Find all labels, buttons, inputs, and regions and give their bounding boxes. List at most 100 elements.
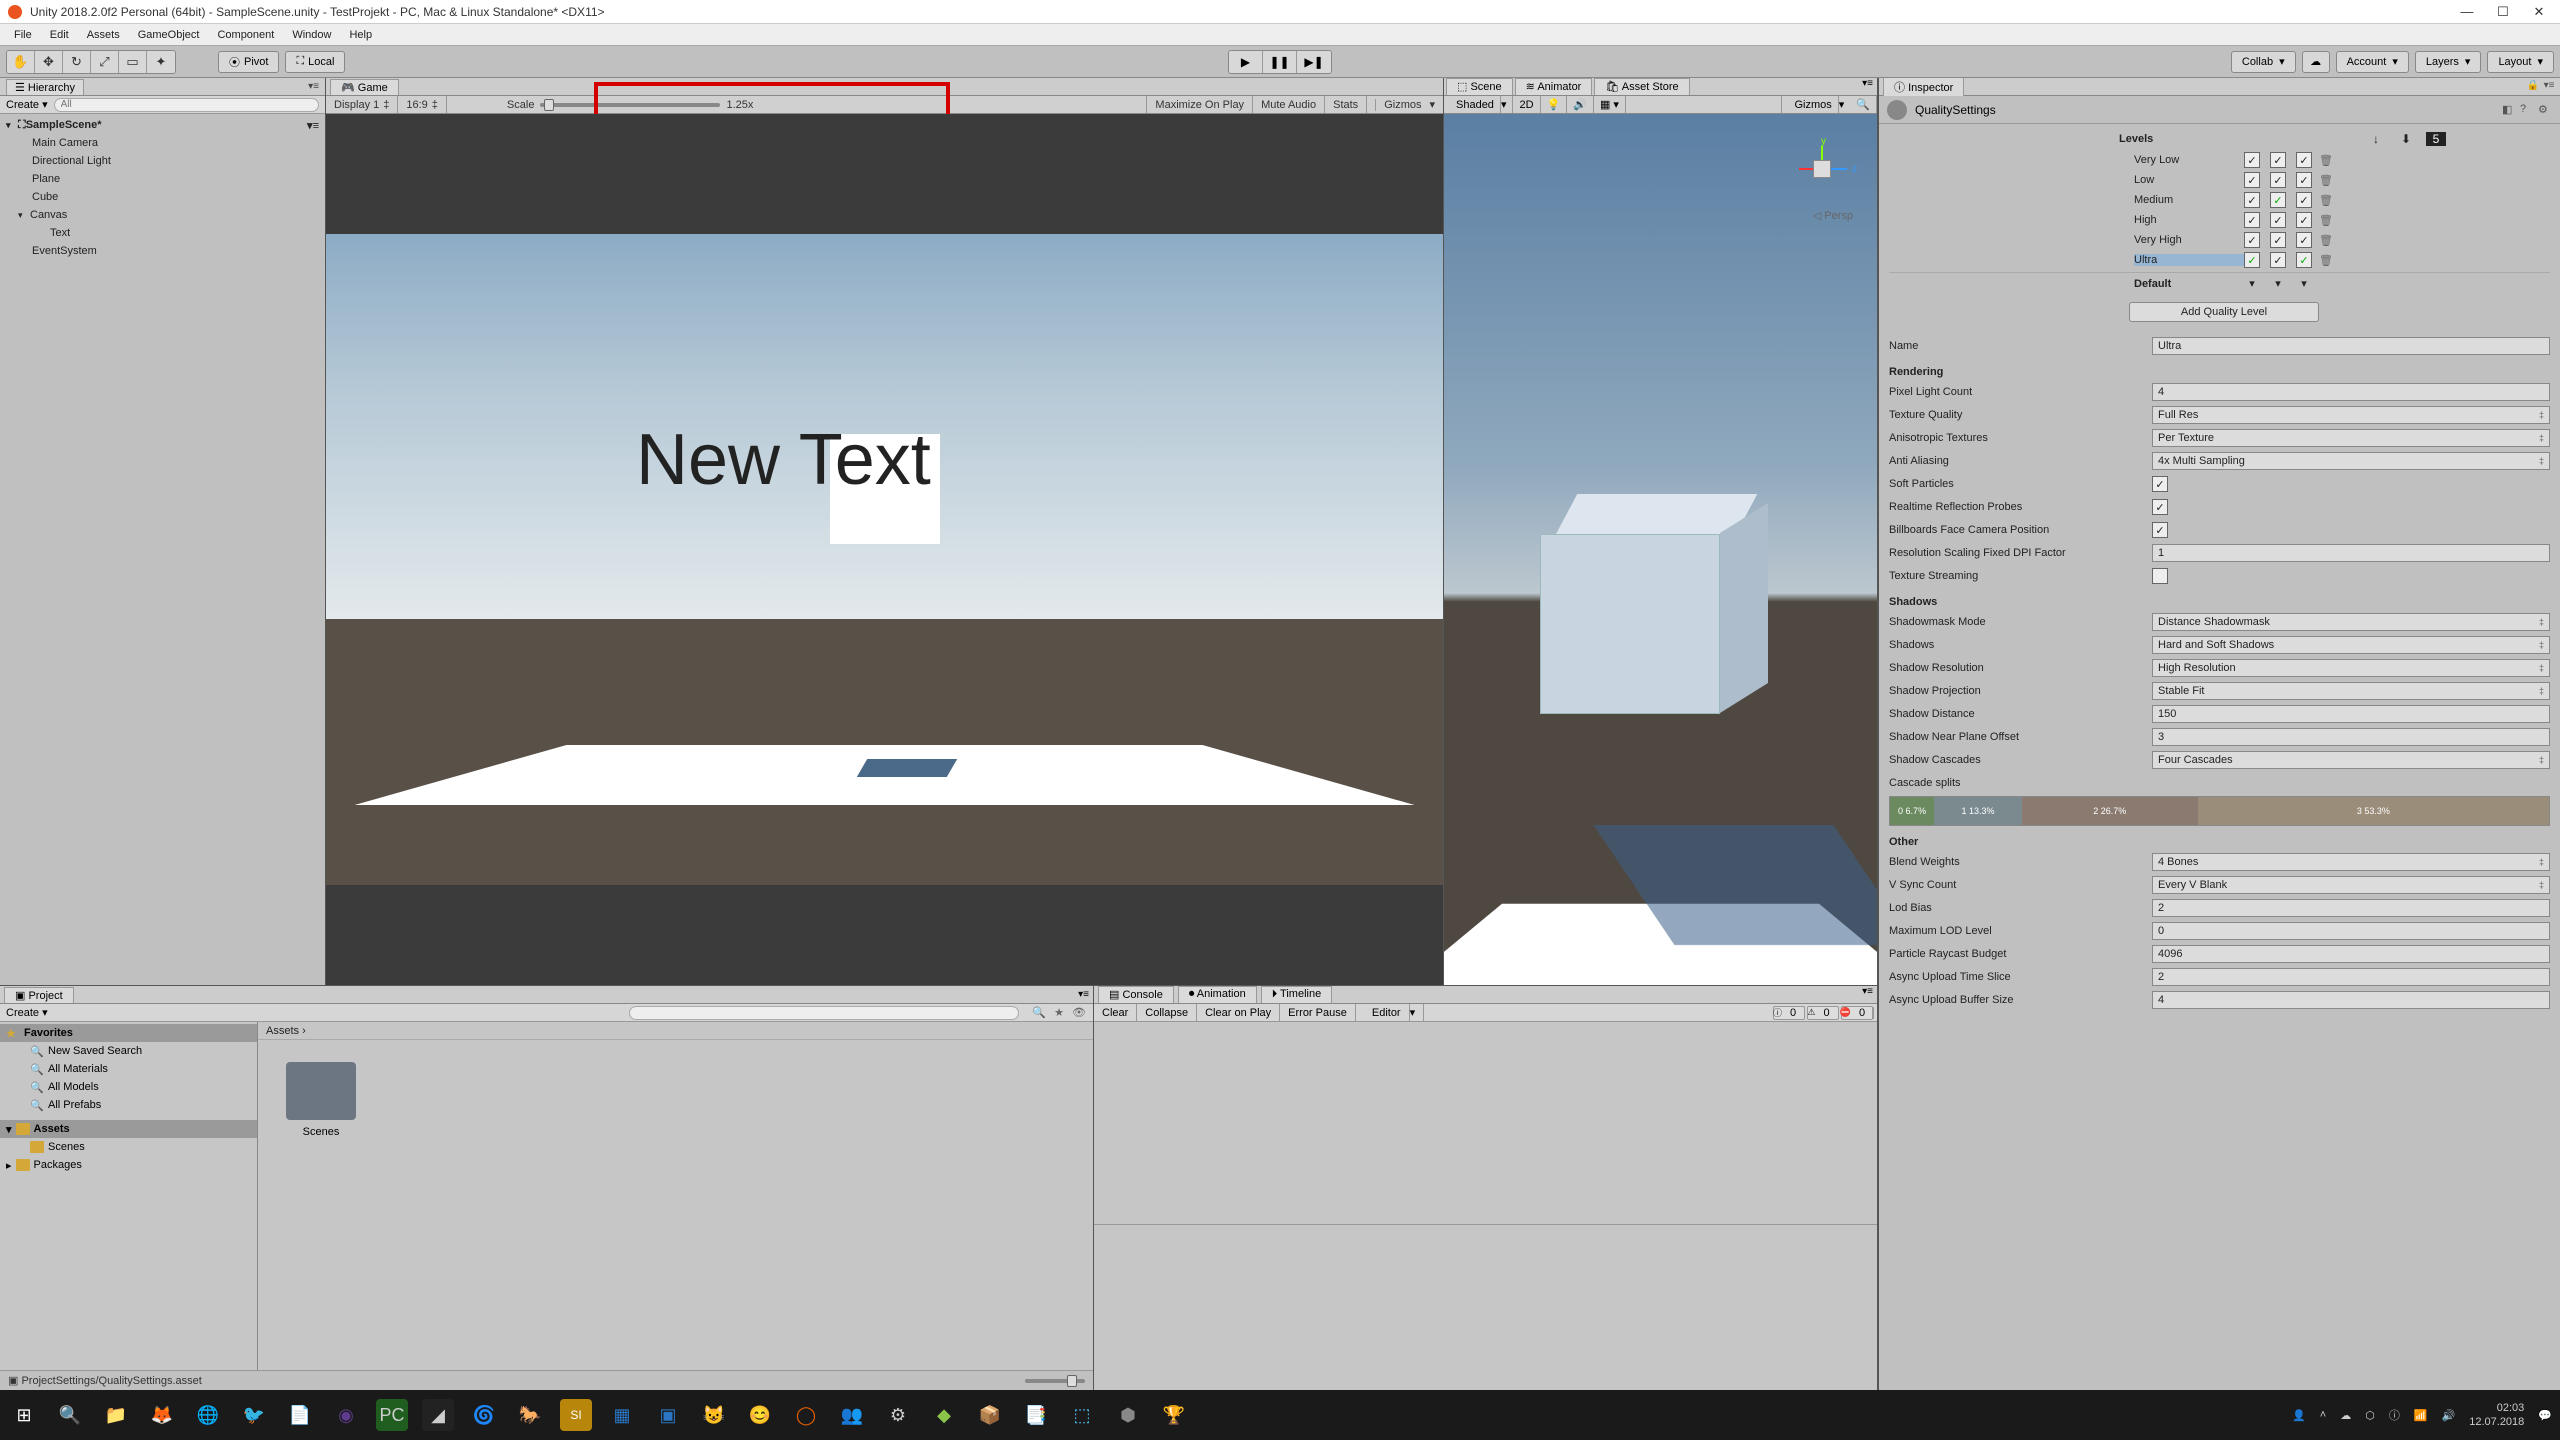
lock-icon[interactable]: 🔒 bbox=[2526, 80, 2540, 94]
game-tab[interactable]: 🎮 Game bbox=[330, 79, 399, 95]
app-icon[interactable]: ▦ bbox=[606, 1399, 638, 1431]
hierarchy-item[interactable]: Text bbox=[0, 224, 325, 242]
unity-icon[interactable]: ◢ bbox=[422, 1399, 454, 1431]
close-button[interactable]: ✕ bbox=[2530, 4, 2548, 20]
quality-level[interactable]: Very High bbox=[2134, 234, 2244, 246]
project-folder[interactable]: Scenes bbox=[0, 1138, 257, 1156]
gizmos-dropdown[interactable]: Gizmos ▾ bbox=[1366, 96, 1443, 113]
app-icon[interactable]: ◆ bbox=[928, 1399, 960, 1431]
mode-2d[interactable]: 2D bbox=[1513, 96, 1540, 113]
pause-button[interactable]: ❚❚ bbox=[1263, 51, 1297, 73]
console-editor[interactable]: Editor ▾ bbox=[1356, 1004, 1424, 1021]
upslice-input[interactable]: 2 bbox=[2152, 968, 2550, 986]
steam-icon[interactable]: ⚙ bbox=[882, 1399, 914, 1431]
aa-dropdown[interactable]: 4x Multi Sampling bbox=[2152, 452, 2550, 470]
shadows-dropdown[interactable]: Hard and Soft Shadows bbox=[2152, 636, 2550, 654]
scene-audio-icon[interactable]: 🔊 bbox=[1567, 96, 1594, 113]
mute-audio[interactable]: Mute Audio bbox=[1252, 96, 1324, 113]
shaded-dropdown[interactable]: Shaded ▾ bbox=[1444, 96, 1513, 113]
app-icon[interactable]: 🏆 bbox=[1158, 1399, 1190, 1431]
favorite-item[interactable]: 🔍All Models bbox=[0, 1078, 257, 1096]
texture-quality-dropdown[interactable]: Full Res bbox=[2152, 406, 2550, 424]
quality-level[interactable]: Very Low bbox=[2134, 154, 2244, 166]
app-icon[interactable]: SI bbox=[560, 1399, 592, 1431]
star-icon[interactable]: ★ bbox=[1051, 1006, 1067, 1019]
app-icon[interactable]: 🐎 bbox=[514, 1399, 546, 1431]
pivot-toggle[interactable]: ⦿ Pivot bbox=[218, 51, 279, 73]
firefox-icon[interactable]: 🦊 bbox=[146, 1399, 178, 1431]
hierarchy-item[interactable]: EventSystem bbox=[0, 242, 325, 260]
blend-dropdown[interactable]: 4 Bones bbox=[2152, 853, 2550, 871]
project-tab[interactable]: ▣ Project bbox=[4, 987, 74, 1003]
console-clear[interactable]: Clear bbox=[1094, 1004, 1137, 1021]
trash-icon[interactable]: 🗑 bbox=[2318, 214, 2334, 227]
menu-window[interactable]: Window bbox=[284, 27, 339, 43]
tray-up-icon[interactable]: ˄ bbox=[2320, 1409, 2326, 1421]
clock[interactable]: 02:0312.07.2018 bbox=[2469, 1401, 2524, 1429]
scene-fx-icon[interactable]: ▦ ▾ bbox=[1594, 96, 1626, 113]
soft-particles-checkbox[interactable]: ✓ bbox=[2152, 476, 2168, 492]
scale-tool[interactable]: ⤢ bbox=[91, 51, 119, 73]
shadowmask-dropdown[interactable]: Distance Shadowmask bbox=[2152, 613, 2550, 631]
move-tool[interactable]: ✥ bbox=[35, 51, 63, 73]
trash-icon[interactable]: 🗑 bbox=[2318, 234, 2334, 247]
upbuf-input[interactable]: 4 bbox=[2152, 991, 2550, 1009]
billboards-checkbox[interactable]: ✓ bbox=[2152, 522, 2168, 538]
hierarchy-item[interactable]: ▾Canvas bbox=[0, 206, 325, 224]
tray-people-icon[interactable]: 👤 bbox=[2292, 1409, 2306, 1422]
trash-icon[interactable]: 🗑 bbox=[2318, 174, 2334, 187]
trash-icon[interactable]: 🗑 bbox=[2318, 194, 2334, 207]
open-icon[interactable]: ◧ bbox=[2502, 103, 2516, 117]
reflection-checkbox[interactable]: ✓ bbox=[2152, 499, 2168, 515]
notepad-icon[interactable]: 📄 bbox=[284, 1399, 316, 1431]
shadowdist-input[interactable]: 150 bbox=[2152, 705, 2550, 723]
tray-lang-icon[interactable]: ⓘ bbox=[2389, 1407, 2400, 1423]
minimize-button[interactable]: — bbox=[2458, 4, 2476, 20]
vsync-dropdown[interactable]: Every V Blank bbox=[2152, 876, 2550, 894]
play-button[interactable]: ▶ bbox=[1229, 51, 1263, 73]
aniso-dropdown[interactable]: Per Texture bbox=[2152, 429, 2550, 447]
account-dropdown[interactable]: Account ▾ bbox=[2336, 51, 2409, 73]
menu-edit[interactable]: Edit bbox=[42, 27, 77, 43]
add-quality-button[interactable]: Add Quality Level bbox=[2129, 302, 2319, 322]
animator-tab[interactable]: ≋ Animator bbox=[1515, 78, 1593, 95]
default-arrow[interactable]: ▾ bbox=[2296, 277, 2312, 290]
project-create[interactable]: Create ▾ bbox=[6, 1006, 48, 1019]
aspect-dropdown[interactable]: 16:9 ‡ bbox=[398, 96, 447, 113]
console-tab[interactable]: ▤ Console bbox=[1098, 986, 1174, 1003]
app-icon[interactable]: 😊 bbox=[744, 1399, 776, 1431]
favorite-item[interactable]: 🔍All Materials bbox=[0, 1060, 257, 1078]
hierarchy-item[interactable]: Plane bbox=[0, 170, 325, 188]
folder-item[interactable]: Scenes bbox=[286, 1062, 356, 1138]
name-input[interactable]: Ultra bbox=[2152, 337, 2550, 355]
panel-menu-icon[interactable]: ▾≡ bbox=[2542, 80, 2556, 94]
cascades-dropdown[interactable]: Four Cascades bbox=[2152, 751, 2550, 769]
trash-icon[interactable]: 🗑 bbox=[2318, 254, 2334, 267]
tray-volume-icon[interactable]: 🔊 bbox=[2442, 1409, 2456, 1422]
panel-menu-icon[interactable]: ▾≡ bbox=[1862, 986, 1873, 1003]
hierarchy-create[interactable]: Create ▾ bbox=[6, 98, 48, 111]
quality-level[interactable]: Ultra bbox=[2134, 254, 2244, 266]
app-icon[interactable]: ◉ bbox=[330, 1399, 362, 1431]
menu-assets[interactable]: Assets bbox=[79, 27, 128, 43]
timeline-tab[interactable]: ⏵ Timeline bbox=[1261, 986, 1333, 1003]
favorite-item[interactable]: 🔍All Prefabs bbox=[0, 1096, 257, 1114]
panel-menu-icon[interactable]: ▾≡ bbox=[1862, 78, 1873, 95]
breadcrumb[interactable]: Assets › bbox=[258, 1022, 1093, 1040]
error-count[interactable]: ⛔ 0 bbox=[1841, 1006, 1873, 1020]
hidden-icon[interactable]: 👁 bbox=[1071, 1006, 1087, 1019]
layout-dropdown[interactable]: Layout ▾ bbox=[2487, 51, 2554, 73]
multi-tool[interactable]: ✦ bbox=[147, 51, 175, 73]
collab-dropdown[interactable]: Collab ▾ bbox=[2231, 51, 2296, 73]
default-arrow[interactable]: ▾ bbox=[2270, 277, 2286, 290]
maximize-button[interactable]: ☐ bbox=[2494, 4, 2512, 20]
animation-tab[interactable]: ⏺ Animation bbox=[1178, 986, 1257, 1003]
cloud-button[interactable]: ☁ bbox=[2302, 51, 2330, 73]
discord-icon[interactable]: 👥 bbox=[836, 1399, 868, 1431]
assetstore-tab[interactable]: 🛍 Asset Store bbox=[1594, 78, 1689, 95]
shadowres-dropdown[interactable]: High Resolution bbox=[2152, 659, 2550, 677]
persp-label[interactable]: ◁ Persp bbox=[1813, 209, 1853, 222]
tray-dropbox-icon[interactable]: ⬡ bbox=[2365, 1409, 2375, 1422]
menu-help[interactable]: Help bbox=[341, 27, 380, 43]
favorite-item[interactable]: 🔍New Saved Search bbox=[0, 1042, 257, 1060]
